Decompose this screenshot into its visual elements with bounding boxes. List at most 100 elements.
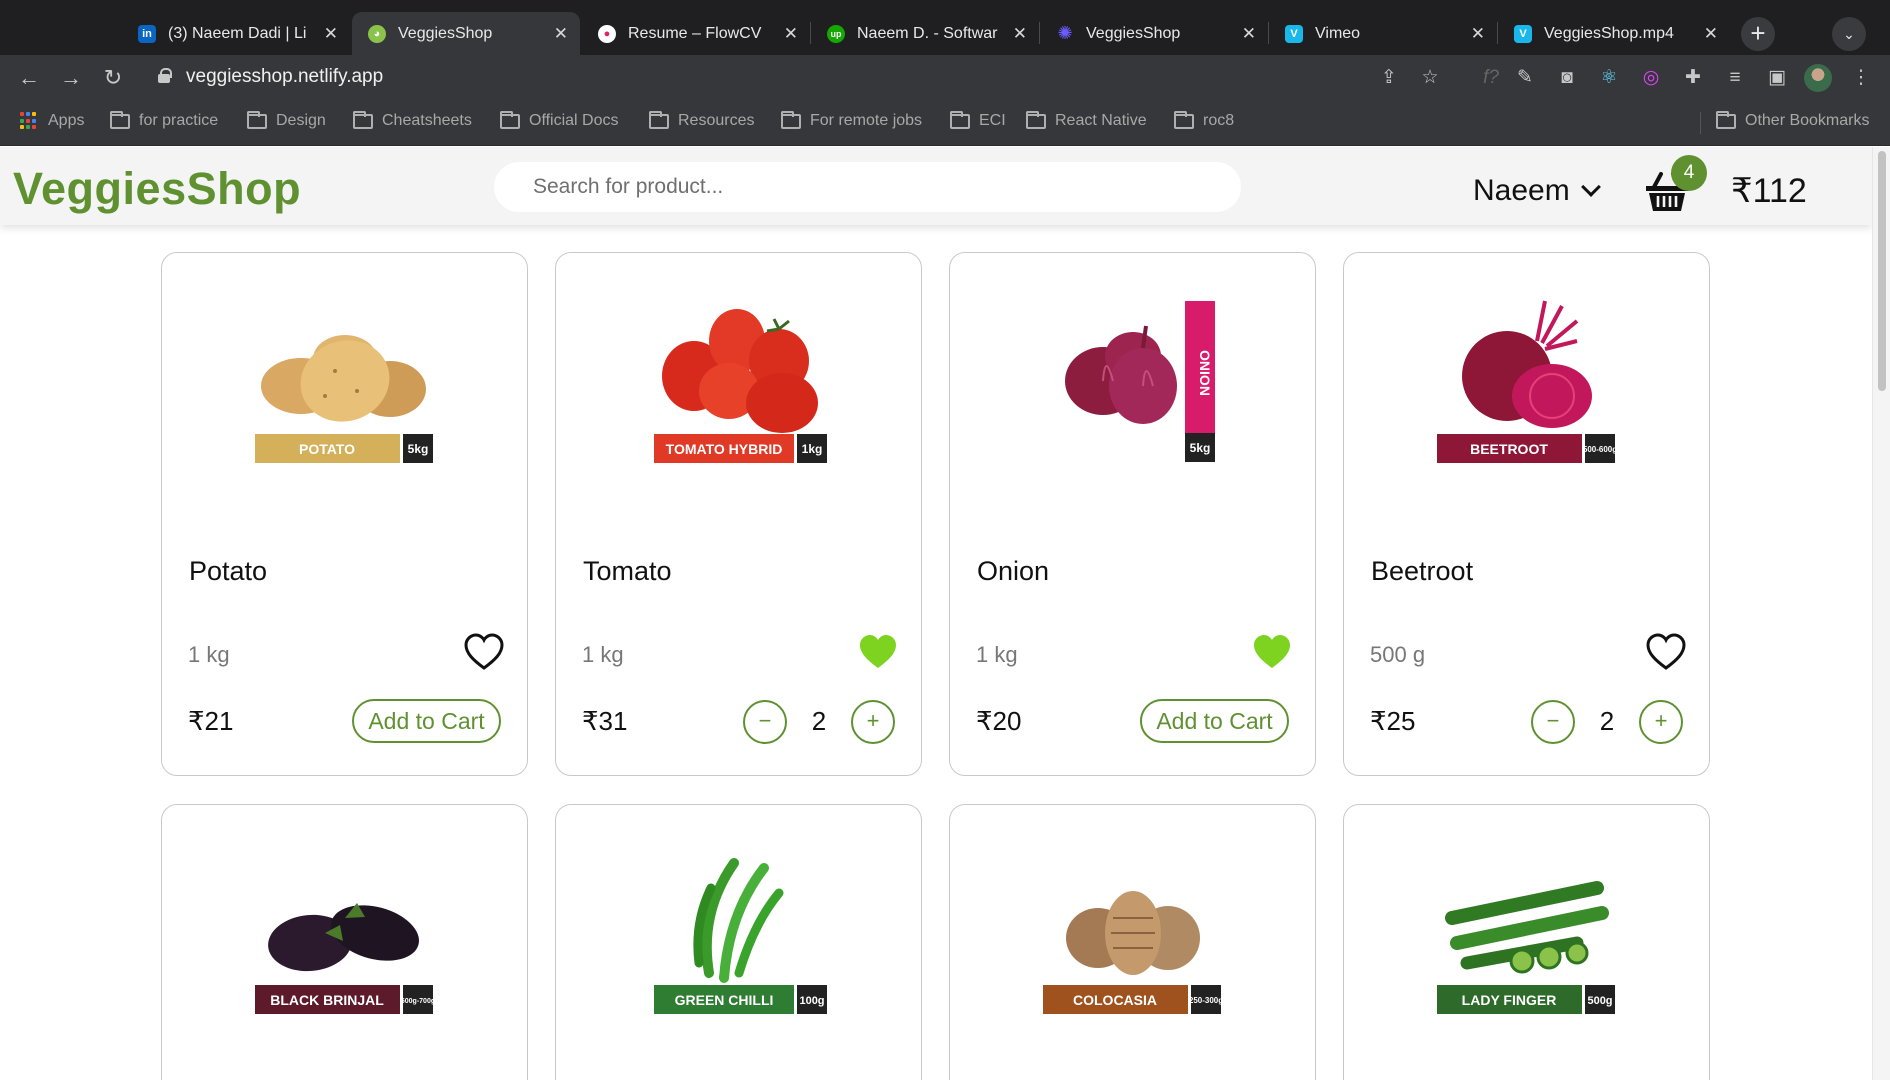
folder-icon (781, 110, 801, 129)
tab-veggiesshop[interactable]: ◕ VeggiesShop ✕ (352, 12, 580, 55)
add-to-cart-button[interactable]: Add to Cart (352, 699, 501, 743)
tab-title: (3) Naeem Dadi | Li (168, 24, 307, 42)
back-arrow-icon[interactable]: ← (14, 63, 44, 93)
bookmark-for-practice[interactable]: for practice (110, 110, 219, 130)
pack-weight: 500g (1587, 995, 1612, 1007)
vimeo-icon: V (1285, 24, 1303, 43)
page-scrollbar[interactable] (1872, 147, 1890, 1080)
close-icon[interactable]: ✕ (1471, 24, 1485, 44)
reload-icon[interactable]: ↻ (98, 63, 128, 93)
folder-icon (247, 110, 267, 129)
react-devtools-icon[interactable]: ⚛ (1596, 65, 1622, 91)
site-header: VeggiesShop Naeem 4 ₹112 (0, 147, 1872, 225)
beetroot-image: BEETROOT 500-600g (1437, 300, 1617, 463)
bookmark-label: Resources (678, 112, 755, 129)
url-text: veggiesshop.netlify.app (186, 66, 384, 87)
decrement-button[interactable]: − (743, 700, 787, 744)
lady-finger-image: LADY FINGER 500g (1437, 881, 1615, 1014)
font-extension-icon[interactable]: f? (1478, 65, 1504, 91)
folder-icon (353, 110, 373, 129)
site-logo[interactable]: VeggiesShop (13, 163, 301, 215)
chevron-down-icon (1580, 177, 1601, 197)
close-icon[interactable]: ✕ (1704, 24, 1718, 44)
tab-vimeo-video[interactable]: V VeggiesShop.mp4 ✕ (1498, 12, 1730, 55)
product-card-black-brinjal: BLACK BRINJAL 500g-700g (161, 804, 528, 1080)
browser-tab-bar: in (3) Naeem Dadi | Li ✕ ◕ VeggiesShop ✕… (0, 0, 1890, 55)
user-name: Naeem (1473, 174, 1570, 207)
tab-search-chevron-icon[interactable]: ⌄ (1832, 17, 1866, 51)
bookmark-other[interactable]: Other Bookmarks (1716, 110, 1869, 130)
pen-extension-icon[interactable]: ✎ (1512, 65, 1538, 91)
bookmark-star-icon[interactable]: ☆ (1417, 65, 1443, 91)
close-icon[interactable]: ✕ (324, 24, 338, 44)
folder-icon (500, 110, 520, 129)
product-name: Potato (189, 556, 268, 586)
color-picker-icon[interactable]: ◎ (1638, 65, 1664, 91)
forward-arrow-icon[interactable]: → (56, 63, 86, 93)
close-icon[interactable]: ✕ (1242, 24, 1256, 44)
user-menu[interactable]: Naeem (1473, 174, 1601, 208)
new-tab-button[interactable]: + (1741, 17, 1775, 51)
product-name: Beetroot (1371, 556, 1474, 586)
product-card-tomato: TOMATO HYBRID 1kg Tomato 1 kg ₹31 − 2 + (555, 252, 922, 776)
heart-outline-icon[interactable] (1645, 632, 1687, 672)
bookmark-resources[interactable]: Resources (649, 110, 755, 130)
search-input[interactable] (494, 162, 1241, 212)
decrement-button[interactable]: − (1531, 700, 1575, 744)
close-icon[interactable]: ✕ (554, 24, 568, 44)
reading-list-icon[interactable]: ≡ (1722, 65, 1748, 91)
bookmark-design[interactable]: Design (247, 110, 326, 130)
product-price: ₹21 (188, 706, 234, 736)
pack-label: BEETROOT (1470, 441, 1548, 457)
pack-label: LADY FINGER (1462, 992, 1557, 1008)
bookmark-cheatsheets[interactable]: Cheatsheets (353, 110, 472, 130)
tomato-image: TOMATO HYBRID 1kg (654, 309, 827, 463)
tab-vimeo[interactable]: V Vimeo ✕ (1269, 12, 1497, 55)
cart-quantity-value: 2 (811, 706, 827, 736)
heart-outline-icon[interactable] (463, 632, 505, 672)
add-to-cart-button[interactable]: Add to Cart (1140, 699, 1289, 743)
increment-button[interactable]: + (1639, 700, 1683, 744)
side-panel-icon[interactable]: ▣ (1764, 65, 1790, 91)
tab-title: VeggiesShop (1086, 24, 1181, 42)
camera-extension-icon[interactable]: ◙ (1554, 65, 1580, 91)
tab-title: Naeem D. - Softwar (857, 24, 998, 42)
increment-button[interactable]: + (851, 700, 895, 744)
share-icon[interactable]: ⇪ (1376, 65, 1402, 91)
tab-veggiesshop-2[interactable]: ✺ VeggiesShop ✕ (1040, 12, 1268, 55)
bookmark-eci[interactable]: ECI (950, 110, 1006, 130)
bookmark-react-native[interactable]: React Native (1026, 110, 1147, 130)
cart-quantity-value: 2 (1599, 706, 1615, 736)
pack-weight: 250-300g (1189, 996, 1223, 1005)
bookmark-label: Official Docs (529, 112, 619, 129)
heart-filled-icon[interactable] (857, 632, 899, 672)
close-icon[interactable]: ✕ (784, 24, 798, 44)
bookmark-official-docs[interactable]: Official Docs (500, 110, 619, 130)
address-bar[interactable]: veggiesshop.netlify.app (148, 59, 1448, 95)
vimeo-icon: V (1514, 24, 1532, 43)
bookmark-remote-jobs[interactable]: For remote jobs (781, 110, 923, 130)
folder-icon (1174, 110, 1194, 129)
extensions-puzzle-icon[interactable]: ✚ (1680, 65, 1706, 91)
bookmark-label: For remote jobs (810, 112, 923, 129)
pack-weight: 5kg (1190, 441, 1211, 455)
bookmark-roc8[interactable]: roc8 (1174, 110, 1234, 130)
product-quantity: 1 kg (582, 642, 624, 667)
tab-flowcv[interactable]: ● Resume – FlowCV ✕ (582, 12, 810, 55)
close-icon[interactable]: ✕ (1013, 24, 1027, 44)
profile-avatar[interactable] (1804, 64, 1832, 92)
pack-label: TOMATO HYBRID (666, 441, 783, 457)
product-card-beetroot: BEETROOT 500-600g Beetroot 500 g ₹25 − 2… (1343, 252, 1710, 776)
bookmark-apps[interactable]: Apps (20, 112, 84, 130)
bookmark-label: Apps (48, 112, 85, 129)
bookmark-label: for practice (139, 112, 219, 129)
heart-filled-icon[interactable] (1251, 632, 1293, 672)
veggies-icon: ◕ (368, 24, 386, 43)
tab-upwork[interactable]: up Naeem D. - Softwar ✕ (811, 12, 1039, 55)
more-menu-icon[interactable]: ⋮ (1848, 65, 1874, 91)
tab-linkedin[interactable]: in (3) Naeem Dadi | Li ✕ (122, 12, 350, 55)
quantity-stepper: − 2 + (1531, 700, 1689, 744)
product-price: ₹25 (1370, 706, 1416, 736)
scrollbar-thumb[interactable] (1878, 151, 1886, 391)
pack-label: BLACK BRINJAL (270, 992, 384, 1008)
